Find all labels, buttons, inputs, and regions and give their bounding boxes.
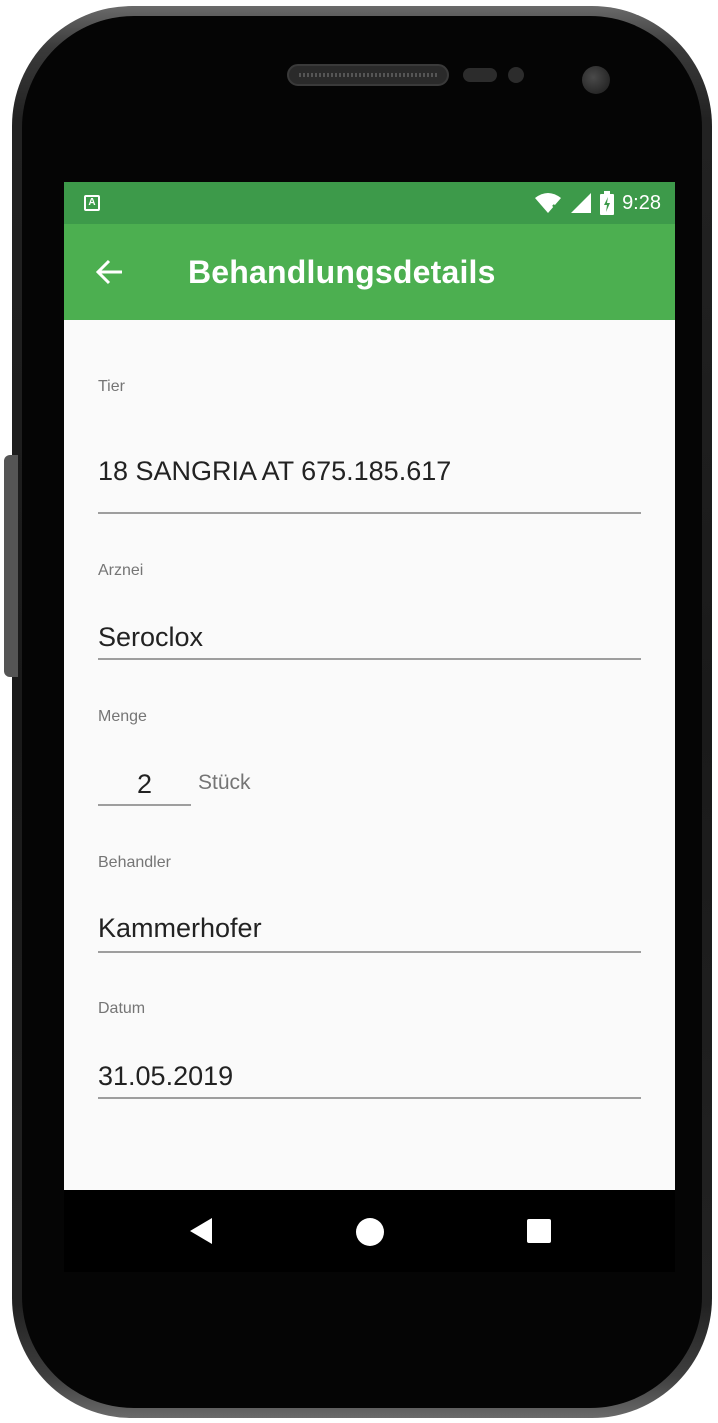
status-time: 9:28 (622, 191, 661, 214)
arznei-underline (98, 658, 641, 660)
menge-underline (98, 804, 191, 806)
menge-unit: Stück (198, 771, 251, 794)
tier-underline (98, 512, 641, 514)
menge-label: Menge (98, 708, 147, 725)
datum-field[interactable]: 31.05.2019 (98, 1061, 233, 1092)
datum-label: Datum (98, 1000, 146, 1017)
home-circle-icon[interactable] (356, 1218, 384, 1246)
back-triangle-icon[interactable] (190, 1218, 212, 1244)
behandler-label: Behandler (98, 854, 171, 871)
arznei-field[interactable]: Seroclox (98, 622, 203, 653)
status-bar: A 9:28 (64, 182, 675, 224)
recents-square-icon[interactable] (527, 1219, 551, 1243)
tier-field[interactable]: 18 SANGRIA AT 675.185.617 (98, 456, 451, 487)
app-bar: Behandlungsdetails (64, 224, 675, 320)
arrow-left-icon (96, 259, 122, 285)
front-camera (582, 66, 610, 94)
phone-side-button (4, 455, 18, 677)
back-button[interactable] (90, 252, 130, 292)
a-square-icon: A (84, 195, 100, 211)
menge-field[interactable]: 2 (98, 769, 191, 800)
arznei-label: Arznei (98, 562, 144, 579)
phone-sensor (463, 68, 497, 82)
status-icons: 9:28 (534, 190, 661, 216)
wifi-off-icon (535, 193, 562, 213)
navigation-bar (64, 1190, 675, 1272)
behandler-underline (98, 951, 641, 953)
phone-sensor-dot (508, 67, 524, 83)
app-screen: A 9:28 Behandlungsdetails Tier 18 SANGRI… (64, 182, 675, 1272)
battery-charging-icon (600, 191, 615, 215)
tier-label: Tier (98, 378, 125, 395)
phone-speaker (287, 64, 449, 86)
page-title: Behandlungsdetails (188, 254, 496, 290)
behandler-field[interactable]: Kammerhofer (98, 913, 262, 944)
signal-icon (571, 193, 592, 213)
datum-underline (98, 1097, 641, 1099)
